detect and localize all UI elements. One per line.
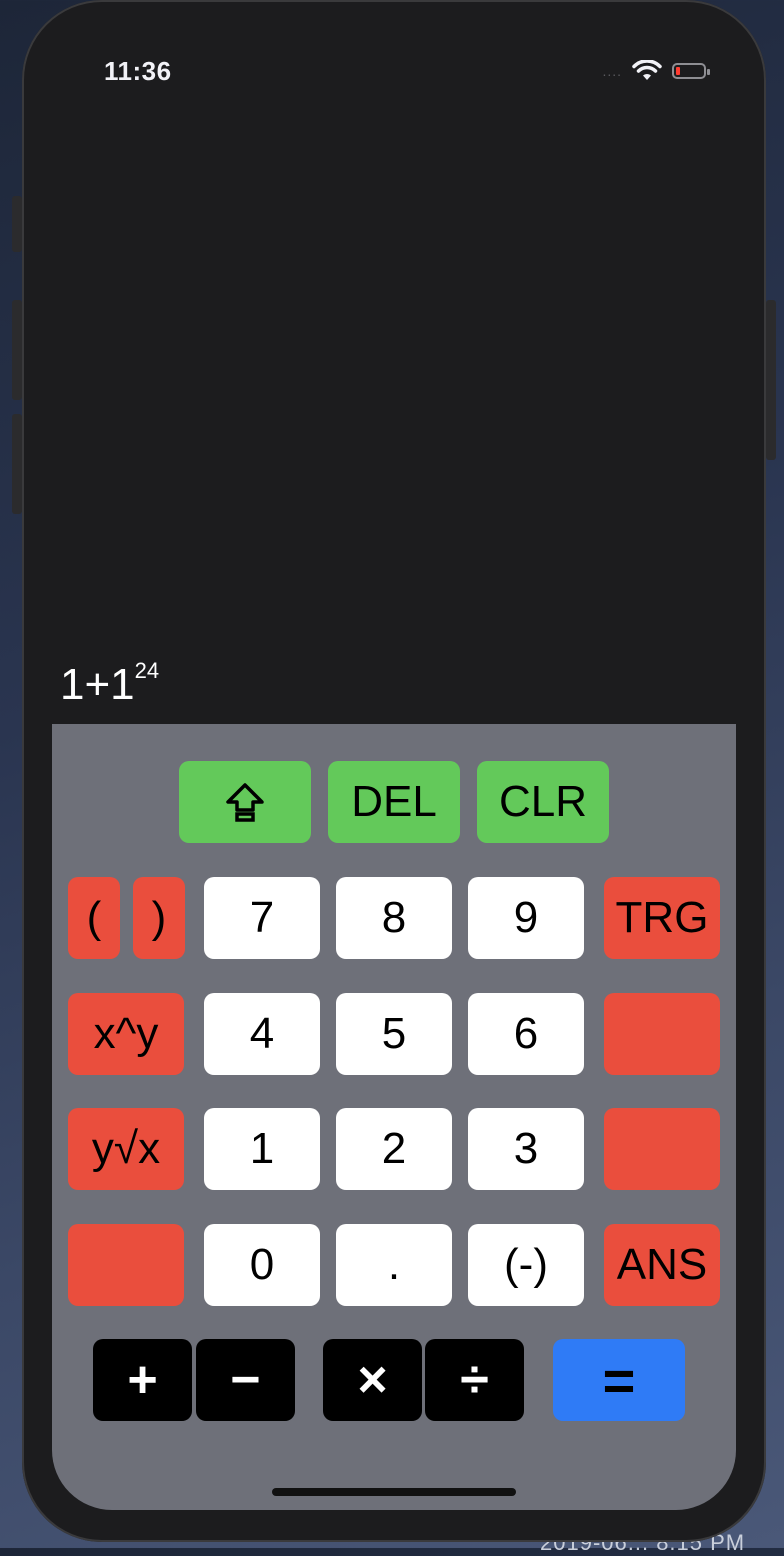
decimal-button[interactable]: . bbox=[336, 1224, 452, 1306]
digit-5-button[interactable]: 5 bbox=[336, 993, 452, 1075]
expression-display: 1+124 bbox=[60, 658, 160, 710]
volume-up-button bbox=[12, 300, 22, 400]
digit-2-button[interactable]: 2 bbox=[336, 1108, 452, 1190]
shift-button[interactable] bbox=[179, 761, 311, 843]
expression-base: 1+1 bbox=[60, 660, 135, 709]
equals-button[interactable]: = bbox=[553, 1339, 685, 1421]
divide-button[interactable]: ÷ bbox=[425, 1339, 524, 1421]
home-indicator[interactable] bbox=[272, 1488, 516, 1496]
blank-red-button-3[interactable] bbox=[68, 1224, 184, 1306]
mute-switch bbox=[12, 196, 22, 252]
status-time: 11:36 bbox=[104, 56, 172, 86]
power-button-xy[interactable]: x^y bbox=[68, 993, 184, 1075]
blank-red-button-1[interactable] bbox=[604, 993, 720, 1075]
trig-button[interactable]: TRG bbox=[604, 877, 720, 959]
digit-9-button[interactable]: 9 bbox=[468, 877, 584, 959]
digit-7-button[interactable]: 7 bbox=[204, 877, 320, 959]
digit-3-button[interactable]: 3 bbox=[468, 1108, 584, 1190]
digit-8-button[interactable]: 8 bbox=[336, 877, 452, 959]
cellular-signal-icon: .... bbox=[602, 63, 622, 79]
plus-button[interactable]: + bbox=[93, 1339, 192, 1421]
digit-1-button[interactable]: 1 bbox=[204, 1108, 320, 1190]
battery-icon bbox=[672, 63, 710, 79]
blank-red-button-2[interactable] bbox=[604, 1108, 720, 1190]
shift-arrow-icon bbox=[226, 783, 264, 822]
negate-button[interactable]: (-) bbox=[468, 1224, 584, 1306]
clear-button[interactable]: CLR bbox=[477, 761, 609, 843]
digit-0-button[interactable]: 0 bbox=[204, 1224, 320, 1306]
open-paren-button[interactable]: ( bbox=[68, 877, 120, 959]
volume-down-button bbox=[12, 414, 22, 514]
wifi-icon bbox=[632, 60, 662, 80]
delete-button[interactable]: DEL bbox=[328, 761, 460, 843]
digit-4-button[interactable]: 4 bbox=[204, 993, 320, 1075]
multiply-button[interactable]: × bbox=[323, 1339, 422, 1421]
answer-button[interactable]: ANS bbox=[604, 1224, 720, 1306]
digit-6-button[interactable]: 6 bbox=[468, 993, 584, 1075]
close-paren-button[interactable]: ) bbox=[133, 877, 185, 959]
root-button[interactable]: y√x bbox=[68, 1108, 184, 1190]
keypad: DEL CLR ( ) 7 8 9 TRG x^y 4 5 6 y√x 1 2 … bbox=[52, 724, 736, 1510]
phone-screen: 11:36 .... 1+124 DEL CLR ( ) 7 8 9 TRG x… bbox=[22, 0, 766, 1542]
power-button bbox=[766, 300, 776, 460]
minus-button[interactable]: − bbox=[196, 1339, 295, 1421]
expression-exponent: 24 bbox=[134, 658, 160, 683]
status-indicators: .... bbox=[602, 60, 710, 82]
